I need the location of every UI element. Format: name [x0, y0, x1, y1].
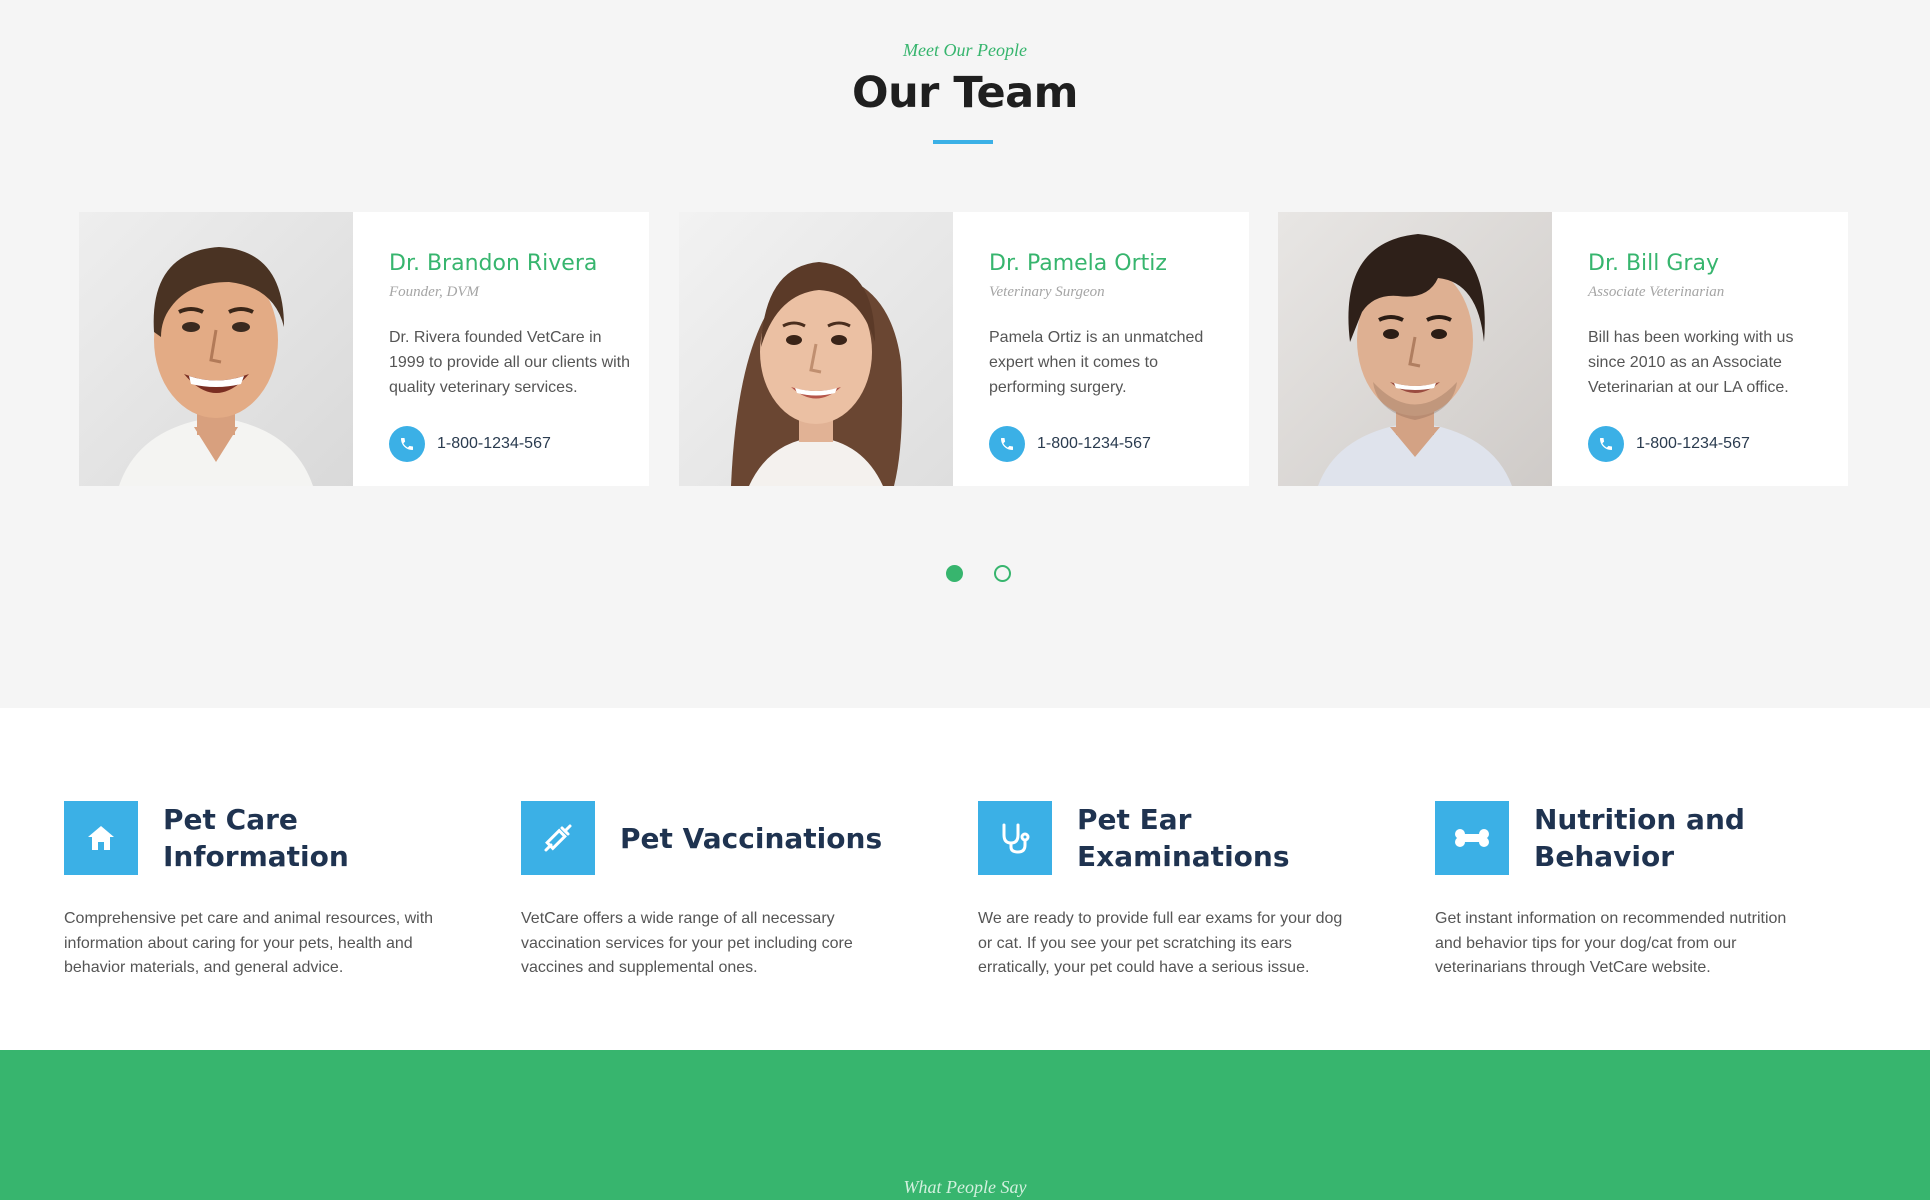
team-section: Meet Our People Our Team Dr. Brandon Riv…: [0, 0, 1930, 708]
team-member-photo: [79, 212, 353, 486]
testimonials-eyebrow: What People Say: [903, 1177, 1027, 1197]
team-member-photo: [1278, 212, 1552, 486]
team-member-bio: Bill has been working with us since 2010…: [1588, 329, 1794, 396]
title-underline: [933, 140, 993, 144]
service-description: Comprehensive pet care and animal resour…: [64, 910, 434, 976]
team-card: Dr. Brandon Rivera Founder, DVM Dr. Rive…: [79, 212, 649, 486]
team-member-role: Associate Veterinarian: [1588, 284, 1725, 300]
team-member-info: Dr. Brandon Rivera Founder, DVM Dr. Rive…: [353, 212, 649, 486]
service-description: We are ready to provide full ear exams f…: [978, 910, 1343, 976]
phone-icon: [989, 426, 1025, 462]
service-description: VetCare offers a wide range of all neces…: [521, 910, 853, 976]
service-title[interactable]: Pet Care Information: [163, 801, 463, 875]
phone-number[interactable]: 1-800-1234-567: [1636, 435, 1750, 453]
team-title: Our Team: [852, 68, 1078, 118]
service-title[interactable]: Pet Vaccinations: [620, 801, 920, 875]
team-member-name[interactable]: Dr. Bill Gray: [1588, 248, 1830, 280]
phone-icon: [389, 426, 425, 462]
syringe-icon: [521, 801, 595, 875]
bone-icon: [1435, 801, 1509, 875]
team-member-name[interactable]: Dr. Brandon Rivera: [389, 248, 631, 280]
carousel-pagination: [946, 565, 1011, 582]
team-member-photo: [679, 212, 953, 486]
team-member-info: Dr. Pamela Ortiz Veterinary Surgeon Pame…: [953, 212, 1249, 486]
team-member-bio: Dr. Rivera founded VetCare in 1999 to pr…: [389, 329, 631, 396]
team-member-name[interactable]: Dr. Pamela Ortiz: [989, 248, 1231, 280]
stethoscope-icon: [978, 801, 1052, 875]
team-card: Dr. Pamela Ortiz Veterinary Surgeon Pame…: [679, 212, 1249, 486]
team-member-role: Veterinary Surgeon: [989, 284, 1105, 300]
team-member-phone[interactable]: 1-800-1234-567: [1588, 426, 1830, 462]
team-member-role: Founder, DVM: [389, 284, 479, 300]
house-icon: [64, 801, 138, 875]
service-description: Get instant information on recommended n…: [1435, 910, 1787, 976]
service-title[interactable]: Pet Ear Examinations: [1077, 801, 1377, 875]
team-card: Dr. Bill Gray Associate Veterinarian Bil…: [1278, 212, 1848, 486]
team-eyebrow: Meet Our People: [903, 40, 1027, 60]
team-member-phone[interactable]: 1-800-1234-567: [989, 426, 1231, 462]
team-member-phone[interactable]: 1-800-1234-567: [389, 426, 631, 462]
phone-number[interactable]: 1-800-1234-567: [437, 435, 551, 453]
services-section: Pet Care Information Comprehensive pet c…: [0, 708, 1930, 1050]
team-member-info: Dr. Bill Gray Associate Veterinarian Bil…: [1552, 212, 1848, 486]
service-title[interactable]: Nutrition and Behavior: [1534, 801, 1834, 875]
carousel-dot-1[interactable]: [946, 565, 963, 582]
carousel-dot-2[interactable]: [994, 565, 1011, 582]
team-member-bio: Pamela Ortiz is an unmatched expert when…: [989, 329, 1204, 396]
phone-number[interactable]: 1-800-1234-567: [1037, 435, 1151, 453]
phone-icon: [1588, 426, 1624, 462]
testimonials-section: What People Say: [0, 1050, 1930, 1200]
